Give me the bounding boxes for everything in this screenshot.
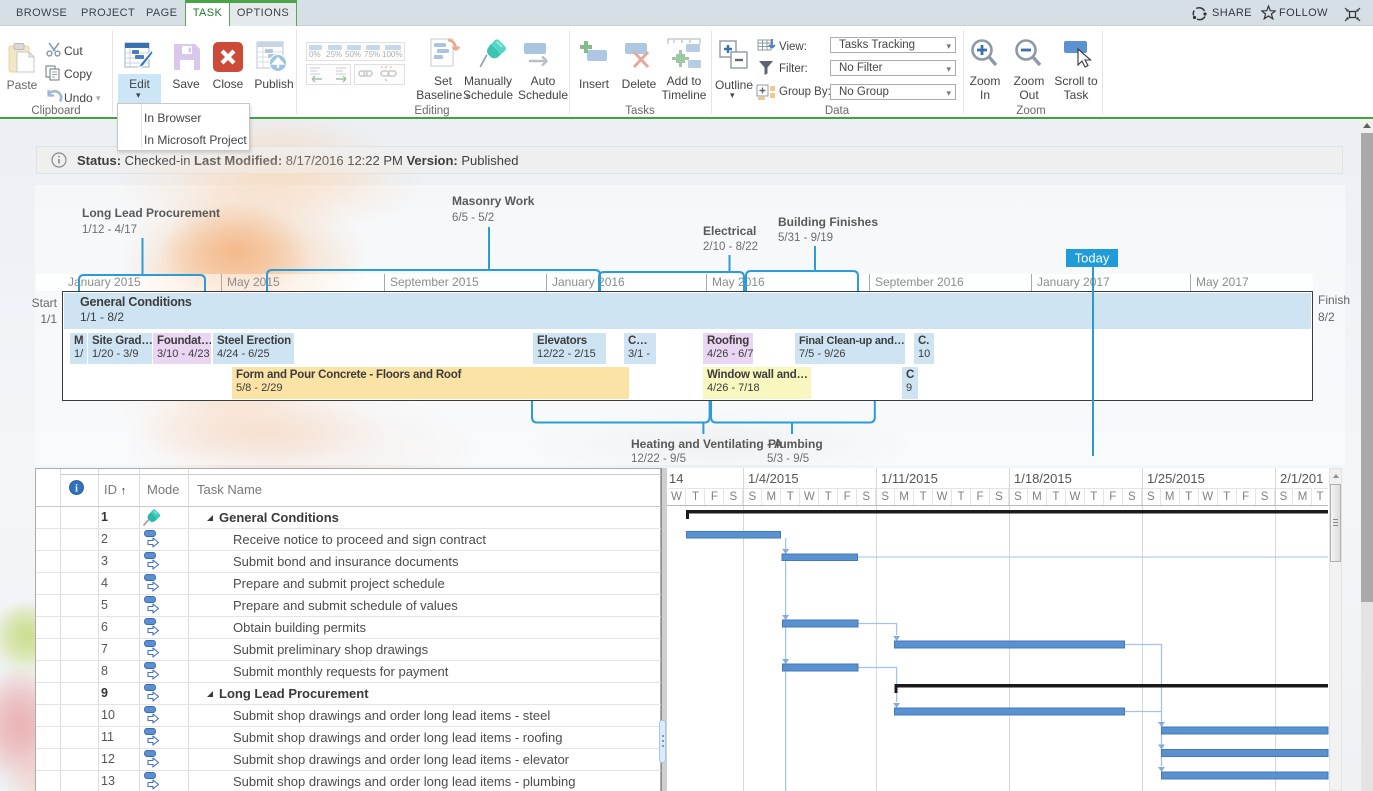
svg-text:50%: 50% [345, 50, 361, 59]
svg-text:i: i [75, 484, 78, 495]
svg-text:100%: 100% [382, 50, 402, 59]
svg-text:Today: Today [1075, 251, 1110, 266]
svg-text:75%: 75% [364, 50, 380, 59]
svg-text:25%: 25% [326, 50, 342, 59]
svg-text:0%: 0% [309, 50, 321, 59]
